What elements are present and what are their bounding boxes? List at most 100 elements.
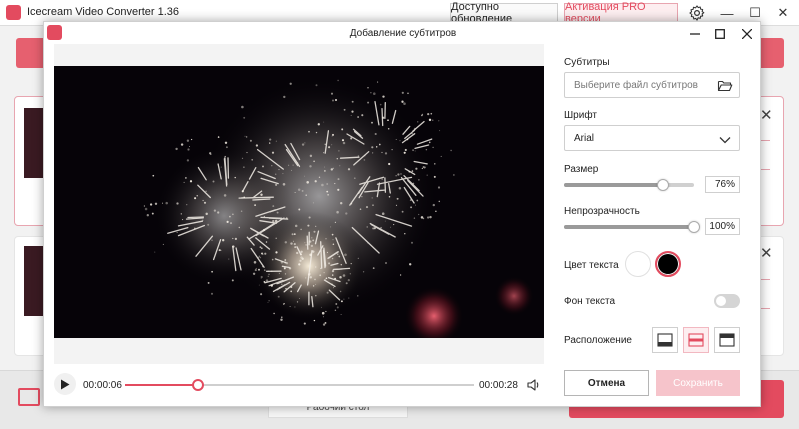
firework-spark (341, 139, 345, 142)
firework-spark (186, 204, 188, 206)
firework-spark (264, 252, 267, 255)
firework-spark (348, 297, 350, 299)
folder-open-icon[interactable] (717, 78, 733, 94)
firework-spark (435, 210, 437, 212)
firework-spark (273, 312, 275, 315)
firework-spark (384, 220, 386, 222)
gear-icon[interactable] (688, 4, 706, 22)
app-minimize-icon[interactable]: — (717, 3, 737, 23)
subtitles-label: Субтитры (564, 57, 610, 68)
position-middle-button[interactable] (683, 327, 709, 353)
firework-spark (426, 174, 428, 176)
firework-spark (391, 148, 393, 151)
text-color-white-swatch[interactable] (625, 251, 651, 277)
cancel-button[interactable]: Отмена (564, 370, 649, 396)
opacity-slider[interactable] (564, 221, 700, 233)
volume-icon[interactable] (526, 377, 542, 393)
firework-spark (416, 199, 419, 202)
pro-activation-button[interactable]: Активация PRO версии (564, 1, 678, 25)
firework-spark (291, 233, 294, 236)
font-select[interactable]: Arial (564, 125, 740, 151)
firework-spark (426, 163, 428, 165)
position-top-button[interactable] (714, 327, 740, 353)
firework-spark (412, 182, 415, 185)
subtitle-file-field[interactable]: Выберите файл субтитров (564, 72, 740, 98)
firework-spark (373, 92, 376, 95)
firework-spark (258, 284, 260, 286)
opacity-slider-fill (564, 225, 694, 229)
firework-spark (321, 311, 325, 315)
save-button[interactable]: Сохранить (656, 370, 740, 396)
firework-spark (175, 147, 178, 151)
firework-spark (331, 274, 334, 276)
firework-spark (304, 242, 306, 244)
size-slider-handle[interactable] (657, 179, 669, 191)
firework-spark (189, 180, 193, 183)
firework-spark (260, 293, 263, 296)
firework-spark (324, 321, 327, 324)
firework-spark (265, 241, 268, 243)
dialog-maximize-icon[interactable] (712, 26, 728, 42)
app-maximize-icon[interactable]: ☐ (745, 3, 765, 23)
fireworks-image (54, 66, 544, 338)
play-button[interactable] (54, 373, 76, 395)
firework-spark (364, 155, 366, 157)
seek-bar-handle[interactable] (192, 379, 204, 391)
seek-bar[interactable] (125, 379, 474, 391)
firework-spark (353, 177, 356, 180)
position-bottom-button[interactable] (652, 327, 678, 353)
firework-spark (293, 233, 296, 235)
dialog-minimize-icon[interactable] (687, 26, 703, 42)
update-button[interactable]: Доступно обновление (450, 1, 558, 25)
font-label: Шрифт (564, 110, 597, 121)
firework-spark (377, 81, 379, 83)
firework-spark (309, 253, 312, 257)
firework-spark (288, 267, 292, 270)
firework-spark (395, 139, 397, 140)
firework-spark (202, 199, 204, 202)
firework-spark (370, 92, 372, 94)
firework-spark (337, 188, 340, 191)
size-slider[interactable] (564, 179, 694, 191)
size-value-input[interactable]: 76% (705, 176, 740, 193)
opacity-value-input[interactable]: 100% (705, 218, 740, 235)
text-background-toggle[interactable] (714, 294, 740, 308)
firework-spark (241, 157, 244, 159)
firework-spark (207, 223, 210, 226)
firework-spark (338, 255, 341, 258)
firework-spark (372, 267, 375, 269)
firework-spark (322, 316, 324, 318)
text-color-black-swatch[interactable] (655, 251, 681, 277)
firework-spark (313, 319, 316, 322)
firework-spark (343, 298, 345, 300)
firework-spark (347, 168, 351, 171)
firework-spark (294, 224, 298, 228)
firework-spark (259, 246, 262, 249)
firework-spark (367, 242, 369, 244)
firework-spark (275, 251, 278, 254)
firework-spark (203, 201, 207, 204)
dialog-close-icon[interactable] (739, 26, 755, 42)
size-label: Размер (564, 164, 599, 175)
app-logo-icon (6, 5, 21, 20)
firework-spark (309, 165, 312, 168)
firework-spark (324, 279, 327, 281)
opacity-slider-handle[interactable] (688, 221, 700, 233)
firework-spark (180, 213, 182, 215)
firework-spark (269, 138, 272, 141)
firework-spark (418, 179, 420, 181)
firework-spark (241, 105, 244, 109)
app-close-icon[interactable]: ✕ (773, 3, 793, 23)
firework-spark (367, 101, 370, 104)
firework-spark (350, 262, 352, 265)
firework-spark (332, 167, 335, 170)
firework-spark (284, 241, 288, 244)
firework-spark (331, 99, 335, 102)
firework-spark (276, 211, 279, 214)
firework-spark (249, 139, 252, 142)
firework-spark (388, 162, 391, 166)
firework-spark (326, 251, 328, 253)
firework-spark (264, 269, 266, 271)
firework-spark (315, 225, 317, 227)
firework-spark (305, 243, 308, 246)
